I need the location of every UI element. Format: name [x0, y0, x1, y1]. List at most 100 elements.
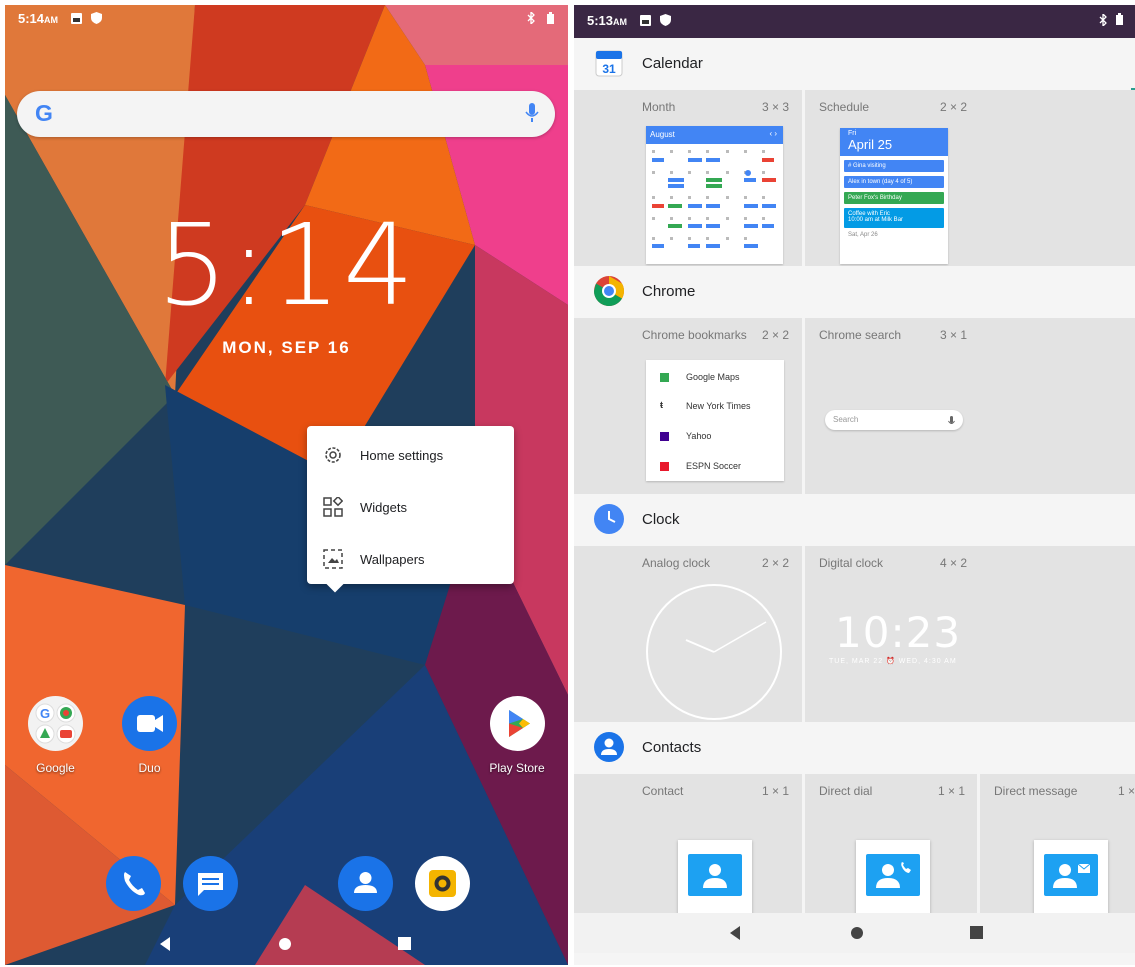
- dock-phone[interactable]: [106, 856, 161, 911]
- month-grid-preview: [652, 150, 776, 248]
- gear-icon: [323, 445, 343, 470]
- back-icon: [160, 937, 170, 951]
- maps-icon: [660, 373, 669, 382]
- shield-icon: [91, 12, 102, 27]
- chrome-search-preview: Search: [825, 410, 963, 430]
- app-play-store[interactable]: Play Store: [485, 696, 549, 775]
- menu-item-home-settings[interactable]: Home settings: [307, 430, 514, 480]
- status-bar: 5:13AM: [574, 5, 1135, 38]
- widget-title: Digital clock: [819, 556, 884, 570]
- messages-icon: [198, 873, 223, 896]
- direct-dial-preview: [856, 840, 930, 914]
- home-date[interactable]: MON, SEP 16: [5, 338, 568, 358]
- widget-title: Schedule: [819, 100, 870, 114]
- app-name: Clock: [642, 511, 680, 528]
- app-label: Play Store: [489, 761, 545, 775]
- nav-home-button[interactable]: [850, 926, 864, 945]
- status-bar: 5:14AM: [5, 5, 568, 31]
- widget-list[interactable]: 31 Calendar Month 3 × 3 August ‹ › Sched…: [574, 38, 1135, 965]
- dock-camera[interactable]: [415, 856, 470, 911]
- widget-title: Direct message: [994, 784, 1078, 798]
- svg-text:31: 31: [602, 62, 616, 76]
- clock-icon: [593, 503, 625, 535]
- app-name: Calendar: [642, 55, 703, 72]
- nav-recents-button[interactable]: [398, 937, 412, 956]
- schedule-preview: Fri April 25 # Gina visiting Alex in tow…: [840, 128, 948, 264]
- app-duo[interactable]: Duo: [122, 696, 177, 775]
- shield-icon: [660, 14, 671, 29]
- widget-calendar-schedule[interactable]: Schedule 2 × 2 Fri April 25 # Gina visit…: [802, 90, 1135, 266]
- mic-icon: [948, 414, 955, 432]
- app-label: Google: [36, 761, 75, 775]
- home-clock[interactable]: 5:14: [5, 201, 568, 331]
- month-header: August: [650, 130, 675, 139]
- schedule-event: Alex in town (day 4 of 5): [844, 176, 944, 188]
- clock-widgets-row: Analog clock 2 × 2 Digital clock 4 × 2 1…: [574, 546, 1135, 722]
- widget-size: 3 × 1: [940, 328, 968, 342]
- dock-messages[interactable]: [183, 856, 238, 911]
- contact-widget-preview: [678, 840, 752, 914]
- section-calendar: 31 Calendar: [574, 38, 1135, 88]
- widget-analog-clock[interactable]: Analog clock 2 × 2: [574, 546, 802, 722]
- section-chrome: Chrome: [574, 266, 1135, 316]
- month-nav-arrows: ‹ ›: [769, 129, 777, 138]
- schedule-date: April 25: [848, 137, 893, 152]
- search-placeholder: Search: [833, 415, 859, 424]
- widget-size: 2 × 2: [762, 328, 790, 342]
- camera-icon: [429, 870, 456, 897]
- battery-icon: [1116, 13, 1123, 28]
- schedule-day: Fri: [848, 130, 857, 137]
- widget-digital-clock[interactable]: Digital clock 4 × 2 10:23 TUE, MAR 22 ⏰ …: [802, 546, 1135, 722]
- app-name: Contacts: [642, 739, 702, 756]
- widget-size: 2 × 2: [762, 556, 790, 570]
- nav-recents-button[interactable]: [970, 926, 984, 945]
- back-icon: [730, 926, 740, 940]
- contacts-icon: [354, 872, 377, 893]
- bluetooth-icon: [1099, 12, 1107, 29]
- home-screen[interactable]: 5:14AM G 5:14 MON, SEP 16 Home settings …: [5, 5, 568, 965]
- google-search-bar[interactable]: G: [17, 91, 555, 137]
- month-preview: August ‹ ›: [646, 126, 783, 264]
- widget-picker-screen: 5:13AM 31 Calendar Month 3 × 3 August ‹ ›: [574, 5, 1135, 965]
- schedule-event: Peter Fox's Birthday: [844, 192, 944, 204]
- widget-size: 1 ×: [1118, 784, 1135, 798]
- digital-clock-time: 10:23: [835, 608, 962, 657]
- play-store-icon: [489, 696, 545, 751]
- bluetooth-icon: [527, 10, 535, 27]
- duo-icon: [122, 696, 177, 751]
- widget-title: Analog clock: [642, 556, 711, 570]
- section-contacts: Contacts: [574, 722, 1135, 772]
- widget-chrome-bookmarks[interactable]: Chrome bookmarks 2 × 2 Google Maps ŧ New …: [574, 318, 802, 494]
- app-label: Duo: [138, 761, 161, 775]
- widget-size: 2 × 2: [940, 100, 968, 114]
- menu-item-wallpapers[interactable]: Wallpapers: [307, 534, 514, 584]
- mic-icon[interactable]: [525, 103, 539, 128]
- nyt-icon: ŧ: [660, 400, 669, 410]
- status-time: 5:14AM: [18, 11, 59, 26]
- widget-title: Contact: [642, 784, 684, 798]
- app-name: Chrome: [642, 283, 696, 300]
- widget-size: 1 × 1: [762, 784, 790, 798]
- recents-icon: [970, 926, 983, 939]
- home-circle-icon: [279, 938, 291, 950]
- phone-icon: [124, 872, 145, 896]
- contacts-app-icon: [593, 731, 625, 763]
- google-folder-icon: G: [28, 696, 83, 751]
- widget-chrome-search[interactable]: Chrome search 3 × 1 Search: [802, 318, 1135, 494]
- espn-icon: [660, 462, 669, 471]
- dock-contacts[interactable]: [338, 856, 393, 911]
- menu-item-widgets[interactable]: Widgets: [307, 482, 514, 532]
- app-google-folder[interactable]: G Google: [28, 696, 83, 775]
- section-clock: Clock: [574, 494, 1135, 544]
- widget-calendar-month[interactable]: Month 3 × 3 August ‹ ›: [574, 90, 802, 266]
- nav-back-button[interactable]: [157, 936, 173, 957]
- google-g-icon: G: [33, 100, 57, 131]
- schedule-event: # Gina visiting: [844, 160, 944, 172]
- menu-item-label: Wallpapers: [360, 552, 425, 567]
- navigation-bar: [574, 913, 1135, 953]
- nav-back-button[interactable]: [727, 925, 743, 946]
- nav-home-button[interactable]: [278, 937, 292, 956]
- widgets-icon: [323, 495, 344, 522]
- calendar-widgets-row: Month 3 × 3 August ‹ › Schedule 2 × 2 Fr…: [574, 90, 1135, 266]
- wallpaper-icon: [323, 549, 343, 574]
